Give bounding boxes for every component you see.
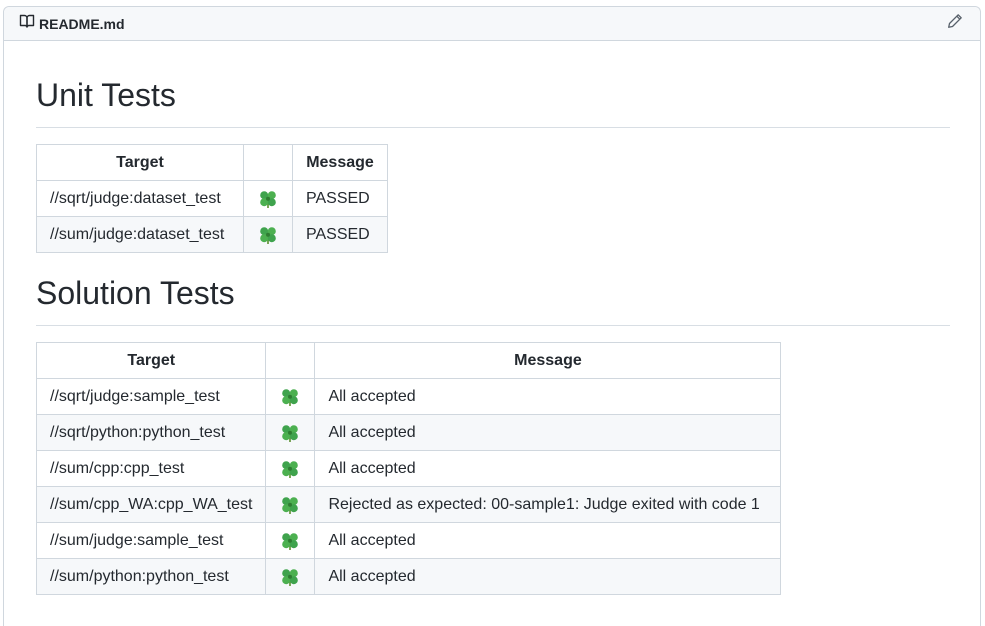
four-leaf-clover-icon: [281, 531, 300, 551]
table-row: //sum/python:python_test All accepted: [35, 558, 782, 595]
message-cell: All accepted: [314, 522, 782, 559]
edit-file-button[interactable]: [944, 13, 966, 35]
status-cell: [265, 378, 316, 415]
table-row: //sum/judge:dataset_test PASSED: [36, 216, 388, 253]
readme-header: README.md: [4, 7, 980, 41]
target-cell: //sum/judge:dataset_test: [36, 216, 244, 253]
unit-tests-heading: Unit Tests: [36, 41, 950, 128]
message-cell: Rejected as expected: 00-sample1: Judge …: [314, 486, 782, 523]
target-cell: //sqrt/python:python_test: [35, 414, 267, 451]
four-leaf-clover-icon: [281, 495, 300, 515]
readme-panel: README.md Unit Tests Target Message //sq…: [3, 6, 981, 626]
message-cell: All accepted: [314, 378, 782, 415]
column-header-message: Message: [292, 144, 388, 181]
column-header-target: Target: [35, 342, 267, 379]
status-cell: [265, 414, 316, 451]
status-cell: [243, 180, 293, 217]
unit-tests-table: Target Message //sqrt/judge:dataset_test…: [36, 144, 388, 253]
readme-content: Unit Tests Target Message //sqrt/judge:d…: [4, 41, 980, 595]
message-cell: PASSED: [292, 216, 388, 253]
file-title: README.md: [19, 13, 125, 34]
message-cell: All accepted: [314, 450, 782, 487]
column-header-status: [243, 144, 293, 181]
status-cell: [265, 558, 316, 595]
file-name[interactable]: README.md: [39, 16, 125, 32]
table-header-row: Target Message: [35, 342, 782, 379]
status-cell: [265, 450, 316, 487]
four-leaf-clover-icon: [259, 225, 277, 245]
table-row: //sqrt/judge:sample_test All accepted: [35, 378, 782, 415]
status-cell: [243, 216, 293, 253]
column-header-target: Target: [36, 144, 244, 181]
table-row: //sqrt/python:python_test All accepted: [35, 414, 782, 451]
four-leaf-clover-icon: [281, 567, 300, 587]
message-cell: All accepted: [314, 414, 782, 451]
table-row: //sqrt/judge:dataset_test PASSED: [36, 180, 388, 217]
solution-tests-table: Target Message //sqrt/judge:sample_test …: [35, 342, 782, 595]
column-header-status: [265, 342, 316, 379]
target-cell: //sqrt/judge:dataset_test: [36, 180, 244, 217]
message-cell: All accepted: [314, 558, 782, 595]
table-row: //sum/judge:sample_test All accepted: [35, 522, 782, 559]
table-header-row: Target Message: [36, 144, 388, 181]
status-cell: [265, 486, 316, 523]
target-cell: //sum/judge:sample_test: [35, 522, 267, 559]
status-cell: [265, 522, 316, 559]
table-row: //sum/cpp:cpp_test All accepted: [35, 450, 782, 487]
four-leaf-clover-icon: [281, 387, 300, 407]
target-cell: //sum/cpp:cpp_test: [35, 450, 267, 487]
column-header-message: Message: [314, 342, 782, 379]
four-leaf-clover-icon: [281, 423, 300, 443]
target-cell: //sum/cpp_WA:cpp_WA_test: [35, 486, 267, 523]
message-cell: PASSED: [292, 180, 388, 217]
four-leaf-clover-icon: [281, 459, 300, 479]
table-row: //sum/cpp_WA:cpp_WA_test Rejected as exp…: [35, 486, 782, 523]
book-icon: [19, 13, 35, 34]
target-cell: //sqrt/judge:sample_test: [35, 378, 267, 415]
four-leaf-clover-icon: [259, 189, 277, 209]
target-cell: //sum/python:python_test: [35, 558, 267, 595]
solution-tests-heading: Solution Tests: [36, 253, 950, 326]
pencil-icon: [947, 13, 963, 34]
